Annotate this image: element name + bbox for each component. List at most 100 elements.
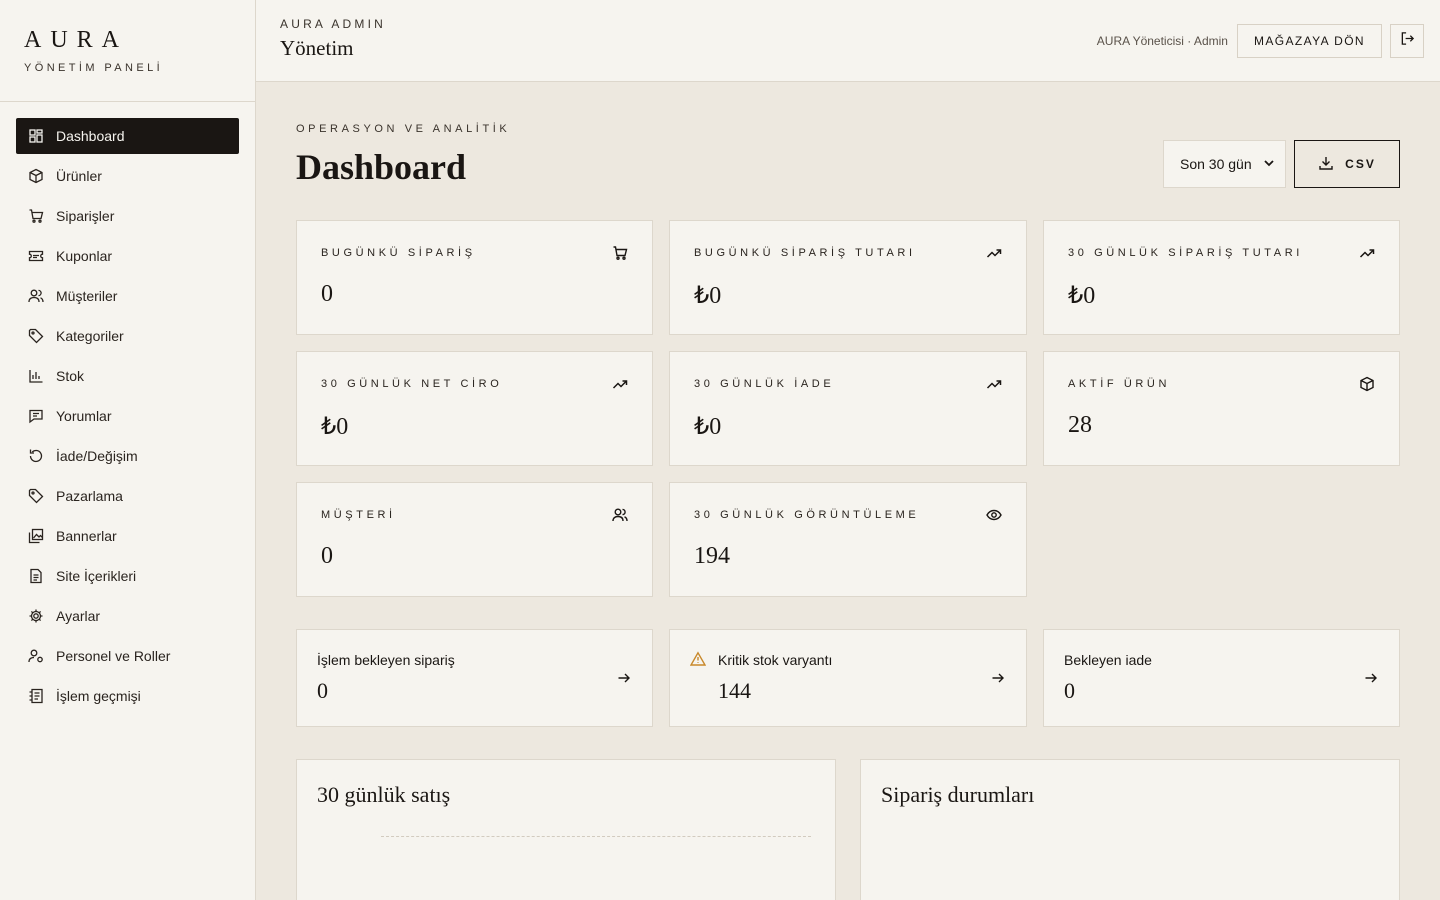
cart-icon bbox=[612, 245, 628, 261]
stat-value: ₺0 bbox=[321, 414, 349, 440]
sidebar-item-activity-log[interactable]: İşlem geçmişi bbox=[16, 678, 239, 714]
brand: AURA YÖNETİM PANELİ bbox=[0, 0, 255, 102]
message-icon bbox=[28, 408, 44, 424]
stat-value: ₺0 bbox=[1068, 283, 1096, 309]
quick-card-value: 0 bbox=[1064, 678, 1075, 703]
sidebar: AURA YÖNETİM PANELİ Dashboard Ürünler Si… bbox=[0, 0, 256, 900]
stat-value: 0 bbox=[321, 281, 333, 307]
stat-label: 30 GÜNLÜK NET CİRO bbox=[321, 378, 503, 390]
current-user-label: AURA Yöneticisi · Admin bbox=[1096, 34, 1228, 48]
stat-label: AKTİF ÜRÜN bbox=[1068, 378, 1170, 390]
ticket-icon bbox=[28, 248, 44, 264]
sidebar-item-customers[interactable]: Müşteriler bbox=[16, 278, 239, 314]
sales-chart-panel: 30 günlük satış bbox=[296, 759, 836, 900]
sidebar-item-label: Ürünler bbox=[56, 168, 102, 184]
stat-label: MÜŞTERİ bbox=[321, 509, 396, 521]
stat-label: BUGÜNKÜ SİPARİŞ TUTARI bbox=[694, 247, 916, 259]
stat-value: 0 bbox=[321, 543, 333, 569]
quick-card-value: 0 bbox=[317, 678, 328, 703]
sidebar-item-site-content[interactable]: Site İçerikleri bbox=[16, 558, 239, 594]
sidebar-item-banners[interactable]: Bannerlar bbox=[16, 518, 239, 554]
sidebar-item-dashboard[interactable]: Dashboard bbox=[16, 118, 239, 154]
rotate-icon bbox=[28, 448, 44, 464]
sidebar-item-products[interactable]: Ürünler bbox=[16, 158, 239, 194]
stat-card-today-order-amount: BUGÜNKÜ SİPARİŞ TUTARI ₺0 bbox=[669, 220, 1027, 335]
stat-card-30d-views: 30 GÜNLÜK GÖRÜNTÜLEME 194 bbox=[669, 482, 1027, 597]
warning-icon bbox=[689, 651, 707, 667]
csv-label: CSV bbox=[1345, 157, 1376, 171]
sidebar-item-label: İşlem geçmişi bbox=[56, 688, 141, 704]
stat-card-customers: MÜŞTERİ 0 bbox=[296, 482, 653, 597]
stat-card-active-products: AKTİF ÜRÜN 28 bbox=[1043, 351, 1400, 466]
dashboard-icon bbox=[28, 128, 44, 144]
log-icon bbox=[28, 688, 44, 704]
cart-icon bbox=[28, 208, 44, 224]
date-range-value: Son 30 gün bbox=[1180, 156, 1252, 172]
order-status-title: Sipariş durumları bbox=[881, 782, 1035, 807]
chevron-down-icon bbox=[1263, 156, 1275, 172]
brand-logo[interactable]: AURA bbox=[24, 28, 231, 52]
sidebar-item-coupons[interactable]: Kuponlar bbox=[16, 238, 239, 274]
stat-label: 30 GÜNLÜK İADE bbox=[694, 378, 835, 390]
sidebar-item-label: Site İçerikleri bbox=[56, 568, 137, 584]
header-eyebrow: AURA ADMIN bbox=[280, 17, 387, 31]
arrow-right-icon bbox=[616, 670, 632, 686]
box-icon bbox=[1359, 376, 1375, 392]
stat-value: 194 bbox=[694, 543, 730, 569]
sidebar-item-orders[interactable]: Siparişler bbox=[16, 198, 239, 234]
page-eyebrow: OPERASYON VE ANALİTİK bbox=[296, 123, 511, 135]
eye-icon bbox=[986, 507, 1002, 523]
sidebar-item-label: Bannerlar bbox=[56, 528, 117, 544]
arrow-right-icon bbox=[990, 670, 1006, 686]
stat-card-today-orders: BUGÜNKÜ SİPARİŞ 0 bbox=[296, 220, 653, 335]
sidebar-item-categories[interactable]: Kategoriler bbox=[16, 318, 239, 354]
images-icon bbox=[28, 528, 44, 544]
box-icon bbox=[28, 168, 44, 184]
pending-orders-card[interactable]: İşlem bekleyen sipariş 0 bbox=[296, 629, 653, 727]
pending-returns-card[interactable]: Bekleyen iade 0 bbox=[1043, 629, 1400, 727]
sidebar-item-label: Stok bbox=[56, 368, 85, 384]
sidebar-item-label: Siparişler bbox=[56, 208, 115, 224]
header-title: Yönetim bbox=[280, 36, 354, 60]
user-role-icon bbox=[28, 648, 44, 664]
sidebar-item-stock[interactable]: Stok bbox=[16, 358, 239, 394]
sidebar-item-label: Dashboard bbox=[56, 128, 125, 144]
csv-export-button[interactable]: CSV bbox=[1294, 140, 1400, 188]
sidebar-item-label: Pazarlama bbox=[56, 488, 123, 504]
quick-card-label: İşlem bekleyen sipariş bbox=[317, 652, 455, 668]
trending-up-icon bbox=[612, 376, 628, 392]
stat-value: ₺0 bbox=[694, 283, 722, 309]
trending-up-icon bbox=[1359, 245, 1375, 261]
sidebar-item-settings[interactable]: Ayarlar bbox=[16, 598, 239, 634]
stat-value: ₺0 bbox=[694, 414, 722, 440]
trending-up-icon bbox=[986, 376, 1002, 392]
download-icon bbox=[1318, 155, 1345, 174]
users-icon bbox=[28, 288, 44, 304]
critical-stock-card[interactable]: Kritik stok varyantı 144 bbox=[669, 629, 1027, 727]
back-to-store-button[interactable]: MAĞAZAYA DÖN bbox=[1236, 24, 1382, 58]
sidebar-item-label: İade/Değişim bbox=[56, 448, 138, 464]
sidebar-item-staff-roles[interactable]: Personel ve Roller bbox=[16, 638, 239, 674]
brand-subtitle: YÖNETİM PANELİ bbox=[24, 62, 164, 74]
sidebar-item-reviews[interactable]: Yorumlar bbox=[16, 398, 239, 434]
sidebar-item-label: Kuponlar bbox=[56, 248, 113, 264]
quick-card-label: Bekleyen iade bbox=[1064, 652, 1152, 668]
header-actions: AURA Yöneticisi · Admin MAĞAZAYA DÖN bbox=[1097, 24, 1424, 58]
sidebar-item-marketing[interactable]: Pazarlama bbox=[16, 478, 239, 514]
sidebar-item-label: Yorumlar bbox=[56, 408, 112, 424]
chart-gridline bbox=[381, 836, 811, 837]
sidebar-item-label: Ayarlar bbox=[56, 608, 101, 624]
stat-card-30d-net-revenue: 30 GÜNLÜK NET CİRO ₺0 bbox=[296, 351, 653, 466]
order-status-panel: Sipariş durumları bbox=[860, 759, 1400, 900]
sidebar-item-label: Kategoriler bbox=[56, 328, 124, 344]
sidebar-item-label: Müşteriler bbox=[56, 288, 118, 304]
sidebar-nav: Dashboard Ürünler Siparişler Kuponlar Mü… bbox=[0, 102, 255, 714]
stat-label: 30 GÜNLÜK GÖRÜNTÜLEME bbox=[694, 509, 920, 521]
logout-button[interactable] bbox=[1390, 24, 1424, 58]
date-range-select[interactable]: Son 30 gün bbox=[1163, 140, 1286, 188]
stat-label: BUGÜNKÜ SİPARİŞ bbox=[321, 247, 476, 259]
sidebar-item-returns[interactable]: İade/Değişim bbox=[16, 438, 239, 474]
gear-icon bbox=[28, 608, 44, 624]
trending-up-icon bbox=[986, 245, 1002, 261]
tag-icon bbox=[28, 488, 44, 504]
